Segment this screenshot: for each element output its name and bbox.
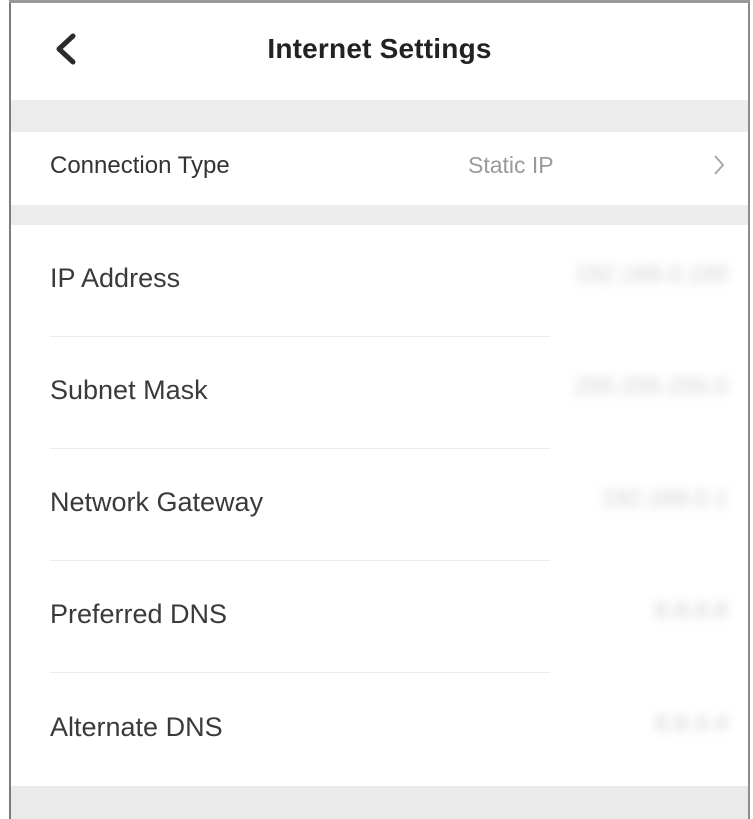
chevron-right-icon bbox=[714, 155, 725, 175]
preferred-dns-row: Preferred DNS 8.8.8.8 bbox=[11, 561, 748, 673]
connection-type-row[interactable]: Connection Type Static IP bbox=[11, 132, 748, 205]
section-divider bbox=[11, 100, 748, 132]
preferred-dns-label: Preferred DNS bbox=[50, 599, 228, 629]
connection-type-value: Static IP bbox=[468, 152, 554, 178]
ip-address-row: IP Address 192.168.0.100 bbox=[11, 225, 748, 337]
network-gateway-value: 192.168.0.1 bbox=[601, 485, 728, 512]
connection-type-label: Connection Type bbox=[50, 152, 230, 179]
subnet-mask-label: Subnet Mask bbox=[50, 375, 208, 405]
section-divider bbox=[11, 205, 748, 225]
alternate-dns-row: Alternate DNS 8.8.4.4 bbox=[11, 674, 748, 786]
bottom-section-divider bbox=[11, 786, 748, 819]
row-divider bbox=[50, 672, 550, 673]
network-gateway-row: Network Gateway 192.168.0.1 bbox=[11, 449, 748, 561]
network-gateway-label: Network Gateway bbox=[50, 487, 264, 517]
app-screen: Internet Settings Connection Type Static… bbox=[0, 0, 753, 819]
alternate-dns-value: 8.8.4.4 bbox=[654, 710, 728, 737]
frame-border bbox=[748, 0, 750, 819]
header-bar: Internet Settings bbox=[11, 3, 748, 100]
page-title: Internet Settings bbox=[267, 33, 492, 64]
alternate-dns-label: Alternate DNS bbox=[50, 712, 223, 742]
ip-address-label: IP Address bbox=[50, 263, 181, 293]
preferred-dns-value: 8.8.8.8 bbox=[654, 597, 728, 624]
subnet-mask-value: 255.255.255.0 bbox=[574, 373, 728, 400]
subnet-mask-row: Subnet Mask 255.255.255.0 bbox=[11, 337, 748, 449]
ip-address-value: 192.168.0.100 bbox=[574, 261, 728, 288]
